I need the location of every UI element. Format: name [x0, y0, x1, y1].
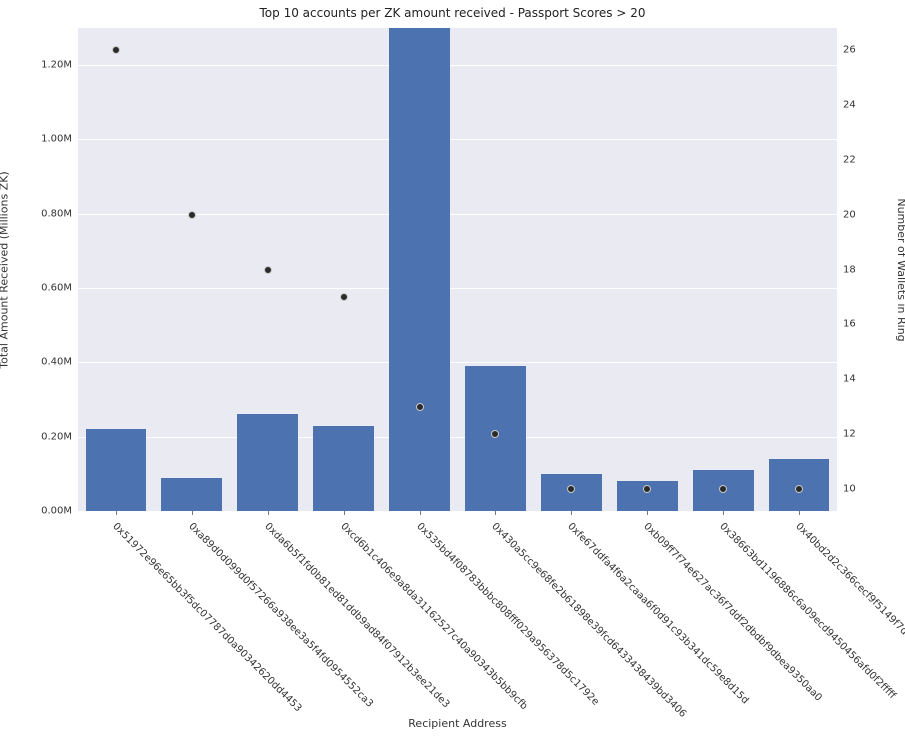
x-tick-label: 0x38663bd1196886c6a09ecd9450456afd0f2fff… — [717, 521, 897, 701]
scatter-point — [340, 293, 348, 301]
y-tick-right-label: 26 — [843, 44, 856, 55]
x-tick-label: 0x535bd4f08783bbbc808fff029a956378d5c179… — [414, 521, 601, 708]
x-tick-mark — [116, 511, 117, 515]
x-axis: Recipient Address 0x51972e96e65bb3f5dc07… — [78, 511, 837, 736]
x-tick-label: 0xb09ff7f74e627ac36f7ddf2dbdbf9dbea9350a… — [641, 521, 824, 704]
x-tick-label: 0xda6b5f1fd0b81ed81ddb9ad84f07912b3ee21d… — [262, 521, 451, 710]
bar — [161, 478, 222, 511]
bar — [389, 28, 450, 511]
chart-figure: Top 10 accounts per ZK amount received -… — [0, 0, 905, 736]
y-axis-right-label: Number of Wallets in Ring — [895, 198, 905, 341]
y-tick-right-label: 12 — [843, 429, 856, 440]
y-axis-left-label: Total Amount Received (Millions ZK) — [0, 171, 11, 368]
y-tick-left-label: 0.20M — [41, 431, 72, 442]
x-tick-mark — [723, 511, 724, 515]
x-tick-mark — [192, 511, 193, 515]
y-tick-left-label: 0.40M — [41, 357, 72, 368]
y-tick-right-label: 22 — [843, 154, 856, 165]
gridline — [78, 139, 837, 140]
gridline — [78, 362, 837, 363]
y-tick-left-label: 1.00M — [41, 134, 72, 145]
y-tick-right-label: 14 — [843, 374, 856, 385]
x-tick-mark — [495, 511, 496, 515]
x-tick-mark — [799, 511, 800, 515]
y-tick-left-label: 0.00M — [41, 506, 72, 517]
x-axis-label: Recipient Address — [78, 717, 837, 730]
y-tick-right-label: 24 — [843, 99, 856, 110]
x-tick-label: 0xfe67ddfa4f6a2caaa6f0d91c93b341dc59e8d1… — [566, 521, 751, 706]
gridline — [78, 65, 837, 66]
x-tick-mark — [647, 511, 648, 515]
x-tick-mark — [571, 511, 572, 515]
bar — [313, 426, 374, 511]
y-tick-right-label: 20 — [843, 209, 856, 220]
bar — [465, 366, 526, 511]
bar — [237, 414, 298, 511]
x-tick-mark — [344, 511, 345, 515]
x-tick-mark — [268, 511, 269, 515]
y-tick-right-label: 18 — [843, 264, 856, 275]
y-tick-right-label: 16 — [843, 319, 856, 330]
y-axis-left: Total Amount Received (Millions ZK) 0.00… — [0, 28, 78, 511]
y-tick-left-label: 0.80M — [41, 208, 72, 219]
y-tick-left-label: 0.60M — [41, 283, 72, 294]
x-tick-mark — [420, 511, 421, 515]
scatter-point — [264, 266, 272, 274]
x-tick-label: 0xa89d0d099d0f57266a938ee3a5f4fd0954552c… — [186, 521, 375, 710]
scatter-point — [188, 211, 196, 219]
chart-title: Top 10 accounts per ZK amount received -… — [0, 6, 905, 20]
scatter-point — [416, 403, 424, 411]
gridline — [78, 437, 837, 438]
y-tick-right-label: 10 — [843, 484, 856, 495]
bar — [86, 429, 147, 511]
gridline — [78, 288, 837, 289]
y-axis-right: Number of Wallets in Ring 10 12 14 16 18 20 22… — [837, 28, 905, 511]
plot-area — [78, 28, 837, 511]
y-tick-left-label: 1.20M — [41, 60, 72, 71]
scatter-point — [112, 46, 120, 54]
